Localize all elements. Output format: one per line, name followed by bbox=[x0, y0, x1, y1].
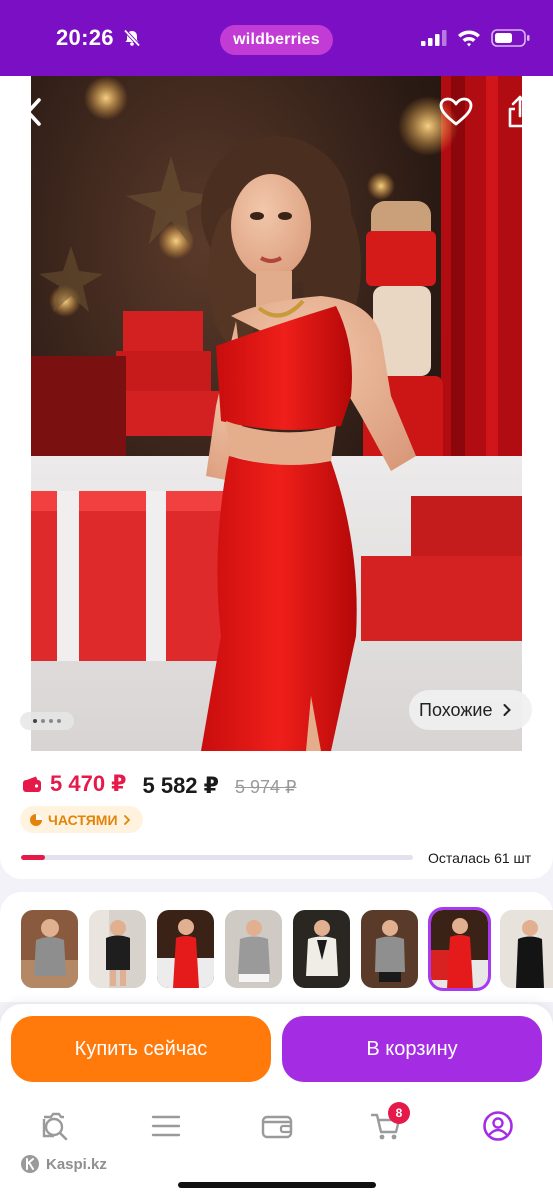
chevron-right-icon bbox=[503, 704, 512, 716]
menu-icon bbox=[151, 1115, 181, 1137]
variant-image bbox=[431, 910, 488, 988]
chevron-left-icon bbox=[26, 98, 41, 126]
watermark-text: Kaspi.kz bbox=[46, 1155, 107, 1173]
installment-badge[interactable]: ЧАСТЯМИ bbox=[20, 806, 143, 833]
watermark: Kaspi.kz bbox=[20, 1154, 107, 1174]
variant-thumb[interactable] bbox=[500, 910, 553, 988]
wallet-icon bbox=[261, 1115, 293, 1139]
battery-icon bbox=[491, 29, 530, 47]
price-card: 5 470 ₽ 5 582 ₽ 5 974 ₽ ЧАСТЯМИ Осталась… bbox=[0, 751, 553, 879]
price-value: 5 582 ₽ bbox=[142, 773, 219, 798]
variant-image bbox=[293, 910, 350, 988]
variant-thumb[interactable] bbox=[21, 910, 78, 988]
variants-carousel[interactable] bbox=[0, 892, 553, 1002]
nav-cart[interactable]: 8 bbox=[366, 1102, 410, 1144]
page-dot bbox=[49, 719, 53, 723]
page-dot bbox=[57, 719, 61, 723]
variant-thumb[interactable] bbox=[157, 910, 214, 988]
page-dot bbox=[33, 719, 37, 723]
bottom-nav: 8 Kaspi.kz bbox=[0, 1094, 553, 1200]
nav-profile[interactable] bbox=[478, 1108, 518, 1144]
nav-catalog[interactable] bbox=[146, 1108, 186, 1144]
search-icon bbox=[42, 1112, 68, 1141]
share-icon bbox=[508, 95, 532, 128]
variant-thumb[interactable] bbox=[293, 910, 350, 988]
gallery-pagination bbox=[20, 712, 74, 730]
variant-thumb[interactable] bbox=[361, 910, 418, 988]
kaspi-logo-icon bbox=[21, 1155, 39, 1173]
product-gallery[interactable]: Похожие bbox=[0, 76, 553, 751]
installment-icon bbox=[30, 813, 42, 826]
variant-image bbox=[21, 910, 78, 988]
status-bar: 20:26 wildberries bbox=[0, 0, 553, 76]
wallet-price: 5 470 ₽ bbox=[22, 771, 126, 797]
page-dot bbox=[41, 719, 45, 723]
cart-badge: 8 bbox=[388, 1102, 410, 1124]
heart-icon bbox=[439, 97, 473, 126]
variant-image bbox=[225, 910, 282, 988]
stock-progress-fill bbox=[21, 855, 45, 860]
stock-progress bbox=[21, 855, 413, 860]
profile-icon bbox=[483, 1111, 513, 1141]
share-button[interactable] bbox=[502, 94, 538, 130]
add-to-cart-button[interactable]: В корзину bbox=[282, 1016, 542, 1082]
variant-thumb[interactable] bbox=[89, 910, 146, 988]
product-image bbox=[31, 76, 522, 751]
nav-search[interactable] bbox=[36, 1108, 76, 1144]
similar-button[interactable]: Похожие bbox=[409, 690, 532, 730]
status-time: 20:26 bbox=[56, 25, 114, 50]
nav-wallet[interactable] bbox=[257, 1108, 297, 1144]
home-indicator bbox=[178, 1182, 376, 1188]
bell-muted-icon bbox=[123, 29, 141, 47]
price-row: 5 470 ₽ 5 582 ₽ 5 974 ₽ bbox=[22, 771, 296, 799]
wallet-icon bbox=[23, 776, 41, 792]
brand-logo: wildberries bbox=[220, 25, 333, 55]
system-icons bbox=[421, 28, 531, 48]
installment-label: ЧАСТЯМИ bbox=[48, 811, 118, 828]
variant-image bbox=[500, 910, 553, 988]
wifi-icon bbox=[458, 30, 480, 47]
product-photo[interactable] bbox=[31, 76, 522, 751]
back-button[interactable] bbox=[16, 94, 52, 130]
variant-image bbox=[361, 910, 418, 988]
chevron-right-icon bbox=[123, 814, 130, 825]
variant-image bbox=[157, 910, 214, 988]
favorite-button[interactable] bbox=[438, 94, 474, 130]
variant-image bbox=[89, 910, 146, 988]
signal-icon bbox=[421, 30, 447, 46]
old-price-value: 5 974 ₽ bbox=[234, 777, 297, 797]
stock-text: Осталась 61 шт bbox=[428, 850, 532, 866]
similar-label: Похожие bbox=[419, 699, 493, 720]
variant-thumb[interactable] bbox=[225, 910, 282, 988]
variant-thumb-selected[interactable] bbox=[428, 907, 491, 991]
time-group: 20:26 bbox=[56, 25, 142, 51]
buy-now-button[interactable]: Купить сейчас bbox=[11, 1016, 271, 1082]
action-bar: Купить сейчас В корзину bbox=[0, 1004, 553, 1094]
wallet-price-value: 5 470 ₽ bbox=[50, 771, 127, 796]
